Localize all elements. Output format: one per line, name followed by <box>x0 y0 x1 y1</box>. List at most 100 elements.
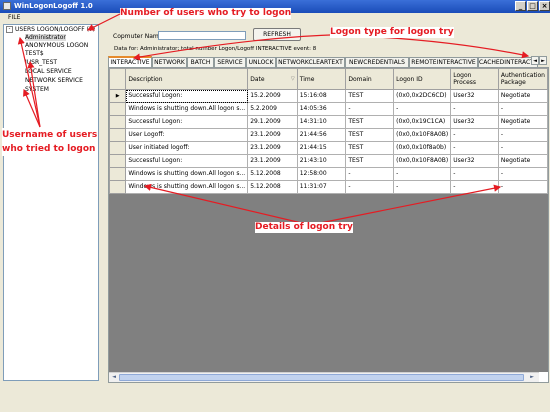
cell-logon-id[interactable]: (0x0,0x19C1CA) <box>393 115 452 129</box>
column-header-time[interactable]: Time <box>296 68 347 90</box>
tab-service[interactable]: SERVICE <box>214 57 246 67</box>
cell-description[interactable]: Windows is shutting down.All logon s... <box>125 167 249 181</box>
cell-description[interactable]: Windows is shutting down.All logon s... <box>125 180 249 194</box>
cell-logon-id[interactable]: - <box>393 167 452 181</box>
cell-logon-process[interactable]: - <box>450 167 499 181</box>
collapse-icon[interactable]: - <box>6 26 13 33</box>
table-row[interactable]: Successful Logon: 23.1.2009 21:43:10 TEST (0… <box>109 154 548 168</box>
cell-domain[interactable]: TEST <box>345 115 395 129</box>
cell-auth-package[interactable]: - <box>497 167 548 181</box>
cell-logon-process[interactable]: - <box>450 128 499 142</box>
cell-auth-package[interactable]: Negotiate <box>497 115 548 129</box>
cell-description[interactable]: Windows is shutting down.All logon s... <box>125 102 249 116</box>
table-row[interactable]: Windows is shutting down.All logon s... 5… <box>109 180 548 194</box>
column-header-auth-package[interactable]: Authentication Package <box>497 68 548 90</box>
cell-auth-package[interactable]: - <box>497 141 548 155</box>
cell-logon-id[interactable]: (0x0,0x10F8A0B) <box>393 128 452 142</box>
refresh-button[interactable]: REFRESH <box>253 28 301 41</box>
cell-logon-id[interactable]: (0x0,0x10f8a0b) <box>393 141 452 155</box>
cell-date[interactable]: 29.1.2009 <box>247 115 298 129</box>
cell-logon-process[interactable]: - <box>450 102 499 116</box>
cell-auth-package[interactable]: - <box>497 128 548 142</box>
tab-batch[interactable]: BATCH <box>187 57 214 67</box>
tab-remoteinteractive[interactable]: REMOTEINTERACTIVE <box>409 57 478 67</box>
tree-root[interactable]: - USERS LOGON/LOGOFF (7) <box>6 26 95 33</box>
tab-cachedinteractive[interactable]: CACHEDINTERACTIVE <box>478 57 543 67</box>
tab-networkcleartext[interactable]: NETWORKCLEARTEXT <box>276 57 345 67</box>
tab-network[interactable]: NETWORK <box>152 57 187 67</box>
cell-description[interactable]: User initiated logoff: <box>125 141 249 155</box>
row-header[interactable] <box>109 102 127 116</box>
column-header-domain[interactable]: Domain <box>345 68 395 90</box>
cell-logon-process[interactable]: - <box>450 180 499 194</box>
cell-time[interactable]: 21:44:15 <box>296 141 347 155</box>
horizontal-scrollbar[interactable]: ◄ ► <box>109 372 539 382</box>
cell-logon-process[interactable]: - <box>450 141 499 155</box>
row-header[interactable]: ▶ <box>109 89 127 103</box>
logon-grid[interactable]: Description Date ▽ Time Domain Logon ID … <box>109 68 548 372</box>
cell-logon-id[interactable]: - <box>393 180 452 194</box>
cell-domain[interactable]: TEST <box>345 128 395 142</box>
cell-date[interactable]: 5.12.2008 <box>247 180 298 194</box>
users-tree[interactable]: - USERS LOGON/LOGOFF (7) Administrator AN… <box>3 24 99 381</box>
table-row[interactable]: User initiated logoff: 23.1.2009 21:44:15 T… <box>109 141 548 155</box>
cell-time[interactable]: 15:16:08 <box>296 89 347 103</box>
cell-logon-process[interactable]: User32 <box>450 154 499 168</box>
cell-date[interactable]: 23.1.2009 <box>247 128 298 142</box>
column-header-logon-process[interactable]: Logon Process <box>450 68 499 90</box>
cell-date[interactable]: 23.1.2009 <box>247 141 298 155</box>
cell-time[interactable]: 21:44:56 <box>296 128 347 142</box>
cell-auth-package[interactable]: Negotiate <box>497 89 548 103</box>
scroll-left-icon[interactable]: ◄ <box>110 374 118 381</box>
menu-file[interactable]: FILE <box>8 14 20 21</box>
cell-logon-id[interactable]: (0x0,0x2DC6CD) <box>393 89 452 103</box>
cell-logon-process[interactable]: User32 <box>450 89 499 103</box>
cell-domain[interactable]: - <box>345 180 395 194</box>
cell-date[interactable]: 5.12.2008 <box>247 167 298 181</box>
column-header-description[interactable]: Description <box>125 68 249 90</box>
cell-description[interactable]: User Logoff: <box>125 128 249 142</box>
tab-interactive[interactable]: INTERACTIVE <box>108 56 152 67</box>
cell-time[interactable]: 12:58:00 <box>296 167 347 181</box>
row-header[interactable] <box>109 128 127 142</box>
cell-description[interactable]: Successful Logon: <box>125 154 249 168</box>
table-row[interactable]: Windows is shutting down.All logon s... 5… <box>109 102 548 116</box>
tab-scroll-left-icon[interactable]: ◄ <box>531 56 539 65</box>
cell-domain[interactable]: TEST <box>345 89 395 103</box>
row-header[interactable] <box>109 115 127 129</box>
column-header-date[interactable]: Date ▽ <box>247 68 298 90</box>
row-header[interactable] <box>109 141 127 155</box>
tree-item-user[interactable]: TEST$ <box>25 50 44 57</box>
tree-item-user[interactable]: SYSTEM <box>25 86 49 93</box>
cell-domain[interactable]: TEST <box>345 154 395 168</box>
table-row[interactable]: ▶ Successful Logon: 15.2.2009 15:16:08 TEST(… <box>109 89 548 103</box>
cell-auth-package[interactable]: - <box>497 102 548 116</box>
cell-auth-package[interactable]: - <box>497 180 548 194</box>
cell-logon-id[interactable]: - <box>393 102 452 116</box>
table-row[interactable]: User Logoff: 23.1.2009 21:44:56 TEST (0x0,0x… <box>109 128 548 142</box>
cell-domain[interactable]: - <box>345 102 395 116</box>
cell-date[interactable]: 23.1.2009 <box>247 154 298 168</box>
table-row[interactable]: Windows is shutting down.All logon s... 5… <box>109 167 548 181</box>
cell-date[interactable]: 15.2.2009 <box>247 89 298 103</box>
cell-domain[interactable]: - <box>345 167 395 181</box>
cell-time[interactable]: 11:31:07 <box>296 180 347 194</box>
tab-unlock[interactable]: UNLOCK <box>246 57 276 67</box>
maximize-button[interactable]: □ <box>527 1 538 11</box>
minimize-button[interactable]: _ <box>515 1 526 11</box>
cell-auth-package[interactable]: Negotiate <box>497 154 548 168</box>
cell-time[interactable]: 14:31:10 <box>296 115 347 129</box>
column-header-logon-id[interactable]: Logon ID <box>393 68 452 90</box>
computer-name-input[interactable] <box>158 31 246 40</box>
scrollbar-thumb[interactable] <box>119 374 524 381</box>
tree-item-user[interactable]: Administrator <box>25 34 66 41</box>
tree-item-user[interactable]: NETWORK SERVICE <box>25 77 83 84</box>
tree-item-user[interactable]: LOCAL SERVICE <box>25 68 72 75</box>
tab-scroll-right-icon[interactable]: ► <box>539 56 547 65</box>
table-row[interactable]: Successful Logon: 29.1.2009 14:31:10 TEST (0… <box>109 115 548 129</box>
cell-logon-id[interactable]: (0x0,0x10F8A0B) <box>393 154 452 168</box>
close-button[interactable]: × <box>539 1 550 11</box>
row-header[interactable] <box>109 167 127 181</box>
cell-time[interactable]: 21:43:10 <box>296 154 347 168</box>
cell-description[interactable]: Successful Logon: <box>125 115 249 129</box>
